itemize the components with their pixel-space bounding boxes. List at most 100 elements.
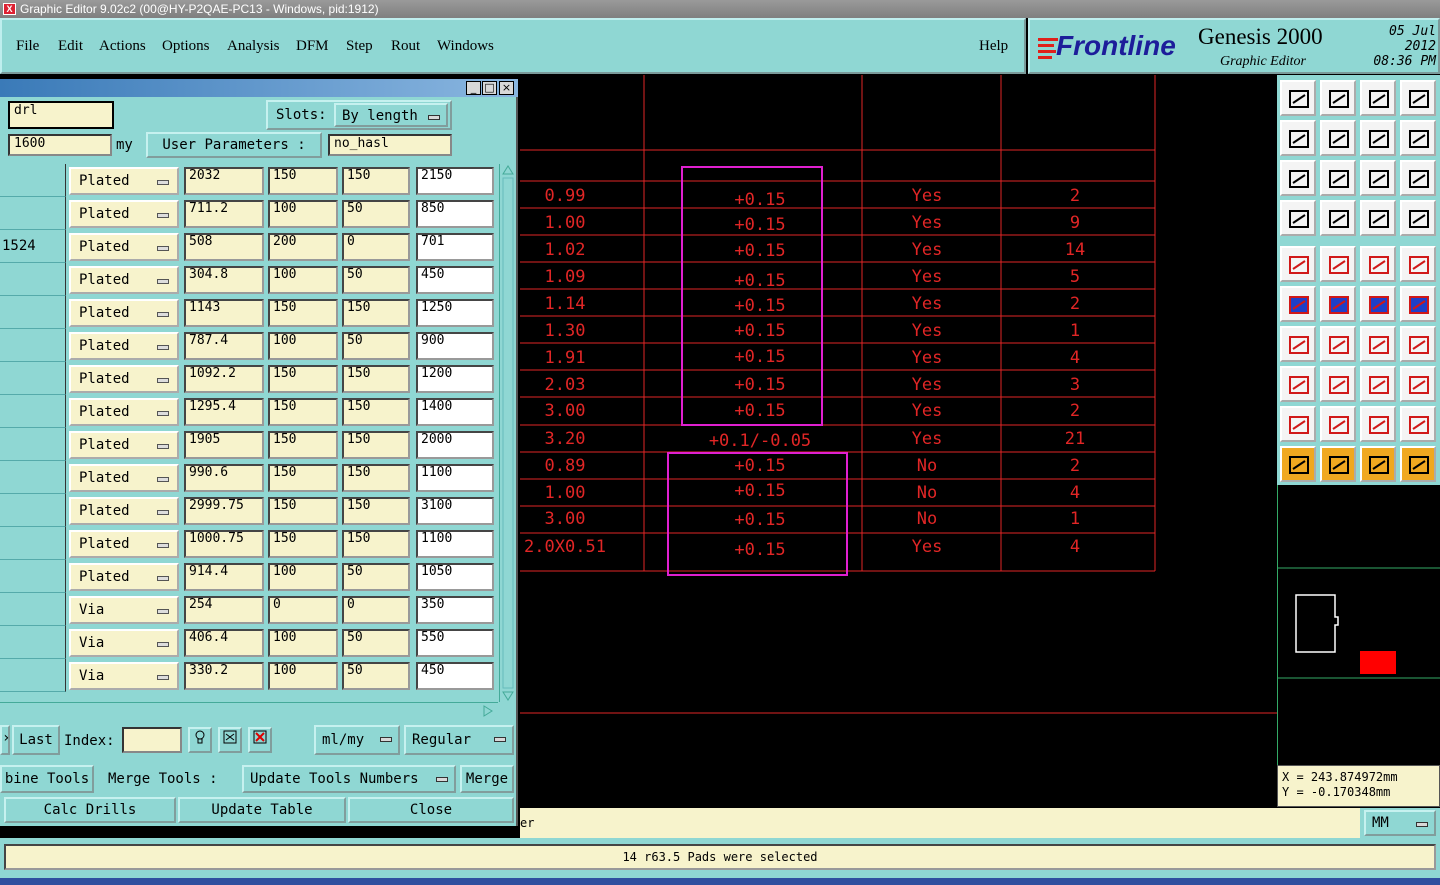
point-select-icon[interactable] bbox=[1280, 366, 1316, 402]
finish-size-field[interactable]: 2032 bbox=[184, 167, 264, 195]
hole-type-dropdown[interactable]: Plated bbox=[69, 233, 179, 261]
arrow-node-icon[interactable] bbox=[1400, 286, 1436, 322]
tolerance-minus-field[interactable]: 0 bbox=[342, 596, 410, 624]
drill-size-field[interactable]: 450 bbox=[416, 266, 494, 294]
menu-help[interactable]: Help bbox=[979, 38, 1008, 55]
drill-size-field[interactable]: 2000 bbox=[416, 431, 494, 459]
line-node-icon[interactable] bbox=[1360, 286, 1396, 322]
close-icon[interactable]: × bbox=[499, 81, 514, 95]
tolerance-plus-field[interactable]: 200 bbox=[268, 233, 338, 261]
drill-size-field[interactable]: 1200 bbox=[416, 365, 494, 393]
pointer-box-icon[interactable] bbox=[1320, 446, 1356, 482]
tolerance-plus-field[interactable]: 100 bbox=[268, 266, 338, 294]
finish-size-field[interactable]: 1295.4 bbox=[184, 398, 264, 426]
import-icon[interactable] bbox=[1320, 80, 1356, 116]
tolerance-minus-field[interactable]: 50 bbox=[342, 200, 410, 228]
net-icon[interactable] bbox=[1400, 446, 1436, 482]
export-icon[interactable] bbox=[1280, 80, 1316, 116]
drill-size-field[interactable]: 3100 bbox=[416, 497, 494, 525]
triangle-select-icon[interactable] bbox=[1320, 406, 1356, 442]
split-icon[interactable] bbox=[1400, 326, 1436, 362]
finish-size-field[interactable]: 1143 bbox=[184, 299, 264, 327]
tolerance-minus-field[interactable]: 50 bbox=[342, 629, 410, 657]
tolerance-minus-field[interactable]: 150 bbox=[342, 530, 410, 558]
tolerance-plus-field[interactable]: 100 bbox=[268, 662, 338, 690]
overview-panel[interactable] bbox=[1277, 485, 1440, 765]
tolerance-minus-field[interactable]: 150 bbox=[342, 365, 410, 393]
clear-icon[interactable] bbox=[218, 727, 242, 753]
drill-size-field[interactable]: 1100 bbox=[416, 530, 494, 558]
drill-size-field[interactable]: 701 bbox=[416, 233, 494, 261]
prev-arrow-button[interactable]: › bbox=[0, 725, 10, 755]
finish-size-field[interactable]: 1092.2 bbox=[184, 365, 264, 393]
circle-icon[interactable] bbox=[1400, 246, 1436, 282]
drill-size-field[interactable]: 900 bbox=[416, 332, 494, 360]
finish-size-field[interactable]: 990.6 bbox=[184, 464, 264, 492]
units-dropdown[interactable]: ml/my bbox=[314, 725, 400, 755]
mode-dropdown[interactable]: Regular bbox=[404, 725, 514, 755]
tolerance-plus-field[interactable]: 100 bbox=[268, 332, 338, 360]
menu-edit[interactable]: Edit bbox=[58, 38, 83, 55]
menu-windows[interactable]: Windows bbox=[437, 38, 494, 55]
measure-icon[interactable] bbox=[1360, 366, 1396, 402]
hole-type-dropdown[interactable]: Plated bbox=[69, 266, 179, 294]
tolerance-plus-field[interactable]: 150 bbox=[268, 365, 338, 393]
hole-type-dropdown[interactable]: Via bbox=[69, 596, 179, 624]
menu-file[interactable]: File bbox=[16, 38, 39, 55]
hole-type-dropdown[interactable]: Plated bbox=[69, 530, 179, 558]
finish-size-field[interactable]: 914.4 bbox=[184, 563, 264, 591]
thickness-field[interactable]: 1600 bbox=[8, 134, 112, 156]
finish-size-field[interactable]: 1905 bbox=[184, 431, 264, 459]
window-icon[interactable] bbox=[1400, 80, 1436, 116]
tolerance-minus-field[interactable]: 150 bbox=[342, 497, 410, 525]
finish-size-field[interactable]: 2999.75 bbox=[184, 497, 264, 525]
hole-type-dropdown[interactable]: Plated bbox=[69, 431, 179, 459]
hole-type-dropdown[interactable]: Via bbox=[69, 662, 179, 690]
pad-icon[interactable] bbox=[1280, 246, 1316, 282]
horizontal-scrollbar[interactable] bbox=[0, 702, 498, 718]
cross-icon[interactable] bbox=[1320, 286, 1356, 322]
step-left-icon[interactable] bbox=[1280, 120, 1316, 156]
finish-size-field[interactable]: 1000.75 bbox=[184, 530, 264, 558]
tolerance-minus-field[interactable]: 50 bbox=[342, 662, 410, 690]
tolerance-minus-field[interactable]: 150 bbox=[342, 398, 410, 426]
tolerance-plus-field[interactable]: 100 bbox=[268, 200, 338, 228]
hole-type-dropdown[interactable]: Plated bbox=[69, 563, 179, 591]
finish-size-field[interactable]: 508 bbox=[184, 233, 264, 261]
tolerance-plus-field[interactable]: 150 bbox=[268, 530, 338, 558]
fit-icon[interactable] bbox=[1280, 160, 1316, 196]
pointer-fill-icon[interactable] bbox=[1360, 446, 1396, 482]
hole-type-dropdown[interactable]: Plated bbox=[69, 200, 179, 228]
tolerance-plus-field[interactable]: 150 bbox=[268, 431, 338, 459]
tolerance-minus-field[interactable]: 50 bbox=[342, 563, 410, 591]
drill-size-field[interactable]: 350 bbox=[416, 596, 494, 624]
shapes-icon[interactable] bbox=[1400, 366, 1436, 402]
hole-type-dropdown[interactable]: Plated bbox=[69, 332, 179, 360]
calc-drills-button[interactable]: Calc Drills bbox=[4, 797, 176, 823]
tolerance-minus-field[interactable]: 50 bbox=[342, 332, 410, 360]
update-table-button[interactable]: Update Table bbox=[178, 797, 346, 823]
finish-size-field[interactable]: 406.4 bbox=[184, 629, 264, 657]
delete-icon[interactable] bbox=[248, 727, 272, 753]
angle-icon[interactable] bbox=[1280, 326, 1316, 362]
bulb-icon[interactable] bbox=[188, 727, 212, 753]
tolerance-minus-field[interactable]: 50 bbox=[342, 266, 410, 294]
dash-icon[interactable] bbox=[1320, 366, 1356, 402]
last-button[interactable]: Last bbox=[12, 725, 60, 755]
finish-size-field[interactable]: 304.8 bbox=[184, 266, 264, 294]
drill-size-field[interactable]: 550 bbox=[416, 629, 494, 657]
tolerance-minus-field[interactable]: 150 bbox=[342, 464, 410, 492]
drill-size-field[interactable]: 450 bbox=[416, 662, 494, 690]
user-parameters-button[interactable]: User Parameters : bbox=[146, 132, 322, 158]
tolerance-minus-field[interactable]: 150 bbox=[342, 431, 410, 459]
slash-icon[interactable] bbox=[1320, 326, 1356, 362]
graphic-canvas[interactable]: 0.99 +0.15 Yes 2 1.00 +0.15 Yes 9 1.02 +0.15 Yes 14… bbox=[520, 75, 1277, 808]
menu-dfm[interactable]: DFM bbox=[296, 38, 329, 55]
step-right-icon[interactable] bbox=[1320, 120, 1356, 156]
grid-icon[interactable] bbox=[1320, 200, 1356, 236]
tolerance-plus-field[interactable]: 150 bbox=[268, 398, 338, 426]
tolerance-minus-field[interactable]: 0 bbox=[342, 233, 410, 261]
arc-icon[interactable] bbox=[1360, 326, 1396, 362]
tolerance-plus-field[interactable]: 150 bbox=[268, 167, 338, 195]
index-field[interactable] bbox=[122, 727, 182, 753]
